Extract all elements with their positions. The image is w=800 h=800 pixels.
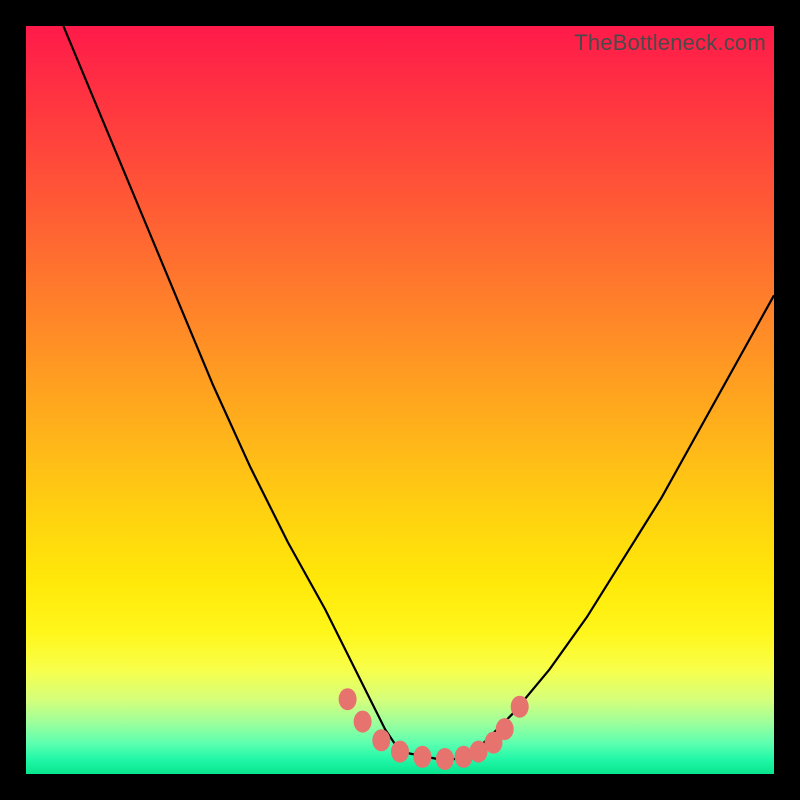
outer-frame: TheBottleneck.com [0,0,800,800]
trough-marker [391,741,409,763]
plot-area: TheBottleneck.com [26,26,774,774]
watermark-text: TheBottleneck.com [574,30,766,56]
trough-marker [455,746,473,768]
trough-marker [354,711,372,733]
trough-marker [436,748,454,770]
trough-marker [496,718,514,740]
trough-marker [413,746,431,768]
trough-marker [339,688,357,710]
trough-marker [485,732,503,754]
trough-marker [372,729,390,751]
trough-marker-group [339,688,529,770]
trough-marker [470,741,488,763]
curve-path [63,26,774,759]
bottleneck-curve [26,26,774,774]
trough-marker [511,696,529,718]
